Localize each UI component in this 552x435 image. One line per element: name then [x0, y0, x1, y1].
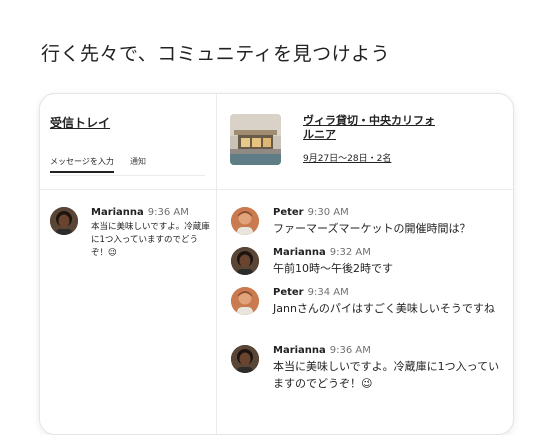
messaging-card: 受信トレイ メッセージを入力 通知 Marianna 9:36 AM 本当に美味し…	[39, 93, 514, 435]
sender-name: Marianna	[91, 207, 144, 218]
page-headline: 行く先々で、コミュニティを見つけよう	[41, 43, 391, 65]
message-time: 9:34 AM	[307, 287, 349, 298]
message-text: ファーマーズマーケットの開催時間は？	[273, 222, 471, 235]
inbox-tabs: メッセージを入力 通知	[50, 156, 205, 176]
sender-name: Marianna	[273, 345, 326, 356]
message-time: 9:30 AM	[307, 207, 349, 218]
message-text: 午前10時〜午後2時です	[273, 262, 393, 275]
message-time: 9:32 AM	[329, 247, 371, 258]
header-divider	[40, 189, 513, 190]
message-time: 9:36 AM	[147, 207, 189, 218]
inbox-pane: 受信トレイ メッセージを入力 通知 Marianna 9:36 AM 本当に美味し…	[40, 94, 217, 434]
chat-message: Marianna 9:32 AM 午前10時〜午後2時です	[273, 247, 503, 277]
listing-title[interactable]: ヴィラ貸切・中央カリフォルニア	[303, 114, 443, 142]
avatar	[231, 207, 259, 235]
sender-name: Peter	[273, 287, 304, 298]
tab-messages[interactable]: メッセージを入力	[50, 156, 114, 173]
tab-notifications[interactable]: 通知	[130, 156, 146, 171]
avatar	[231, 247, 259, 275]
message-text: 本当に美味しいですよ。冷蔵庫に1つ入っていますのでどうぞ！😉	[273, 360, 500, 390]
sender-name: Marianna	[273, 247, 326, 258]
chat-message: Peter 9:34 AM Jannさんのパイはすごく美味しいそうですね	[273, 287, 503, 317]
listing-thumbnail[interactable]	[230, 114, 281, 165]
message-time: 9:36 AM	[329, 345, 371, 356]
conversation-preview[interactable]: Marianna 9:36 AM 本当に美味しいですよ。冷蔵庫に1つ入っていますの…	[91, 207, 211, 260]
conversation-pane: ヴィラ貸切・中央カリフォルニア 9月27日～28日・2名 Peter 9:30 A…	[217, 94, 513, 434]
avatar	[231, 287, 259, 315]
avatar	[50, 207, 78, 235]
inbox-title[interactable]: 受信トレイ	[50, 114, 110, 131]
avatar	[231, 345, 259, 373]
preview-text: 本当に美味しいですよ。冷蔵庫に1つ入っていますのでどうぞ！😉	[91, 222, 210, 258]
chat-message: Peter 9:30 AM ファーマーズマーケットの開催時間は？	[273, 207, 503, 237]
sender-name: Peter	[273, 207, 304, 218]
listing-dates[interactable]: 9月27日～28日・2名	[303, 151, 391, 164]
message-text: Jannさんのパイはすごく美味しいそうですね	[273, 302, 495, 315]
chat-message: Marianna 9:36 AM 本当に美味しいですよ。冷蔵庫に1つ入っていますので…	[273, 345, 503, 392]
